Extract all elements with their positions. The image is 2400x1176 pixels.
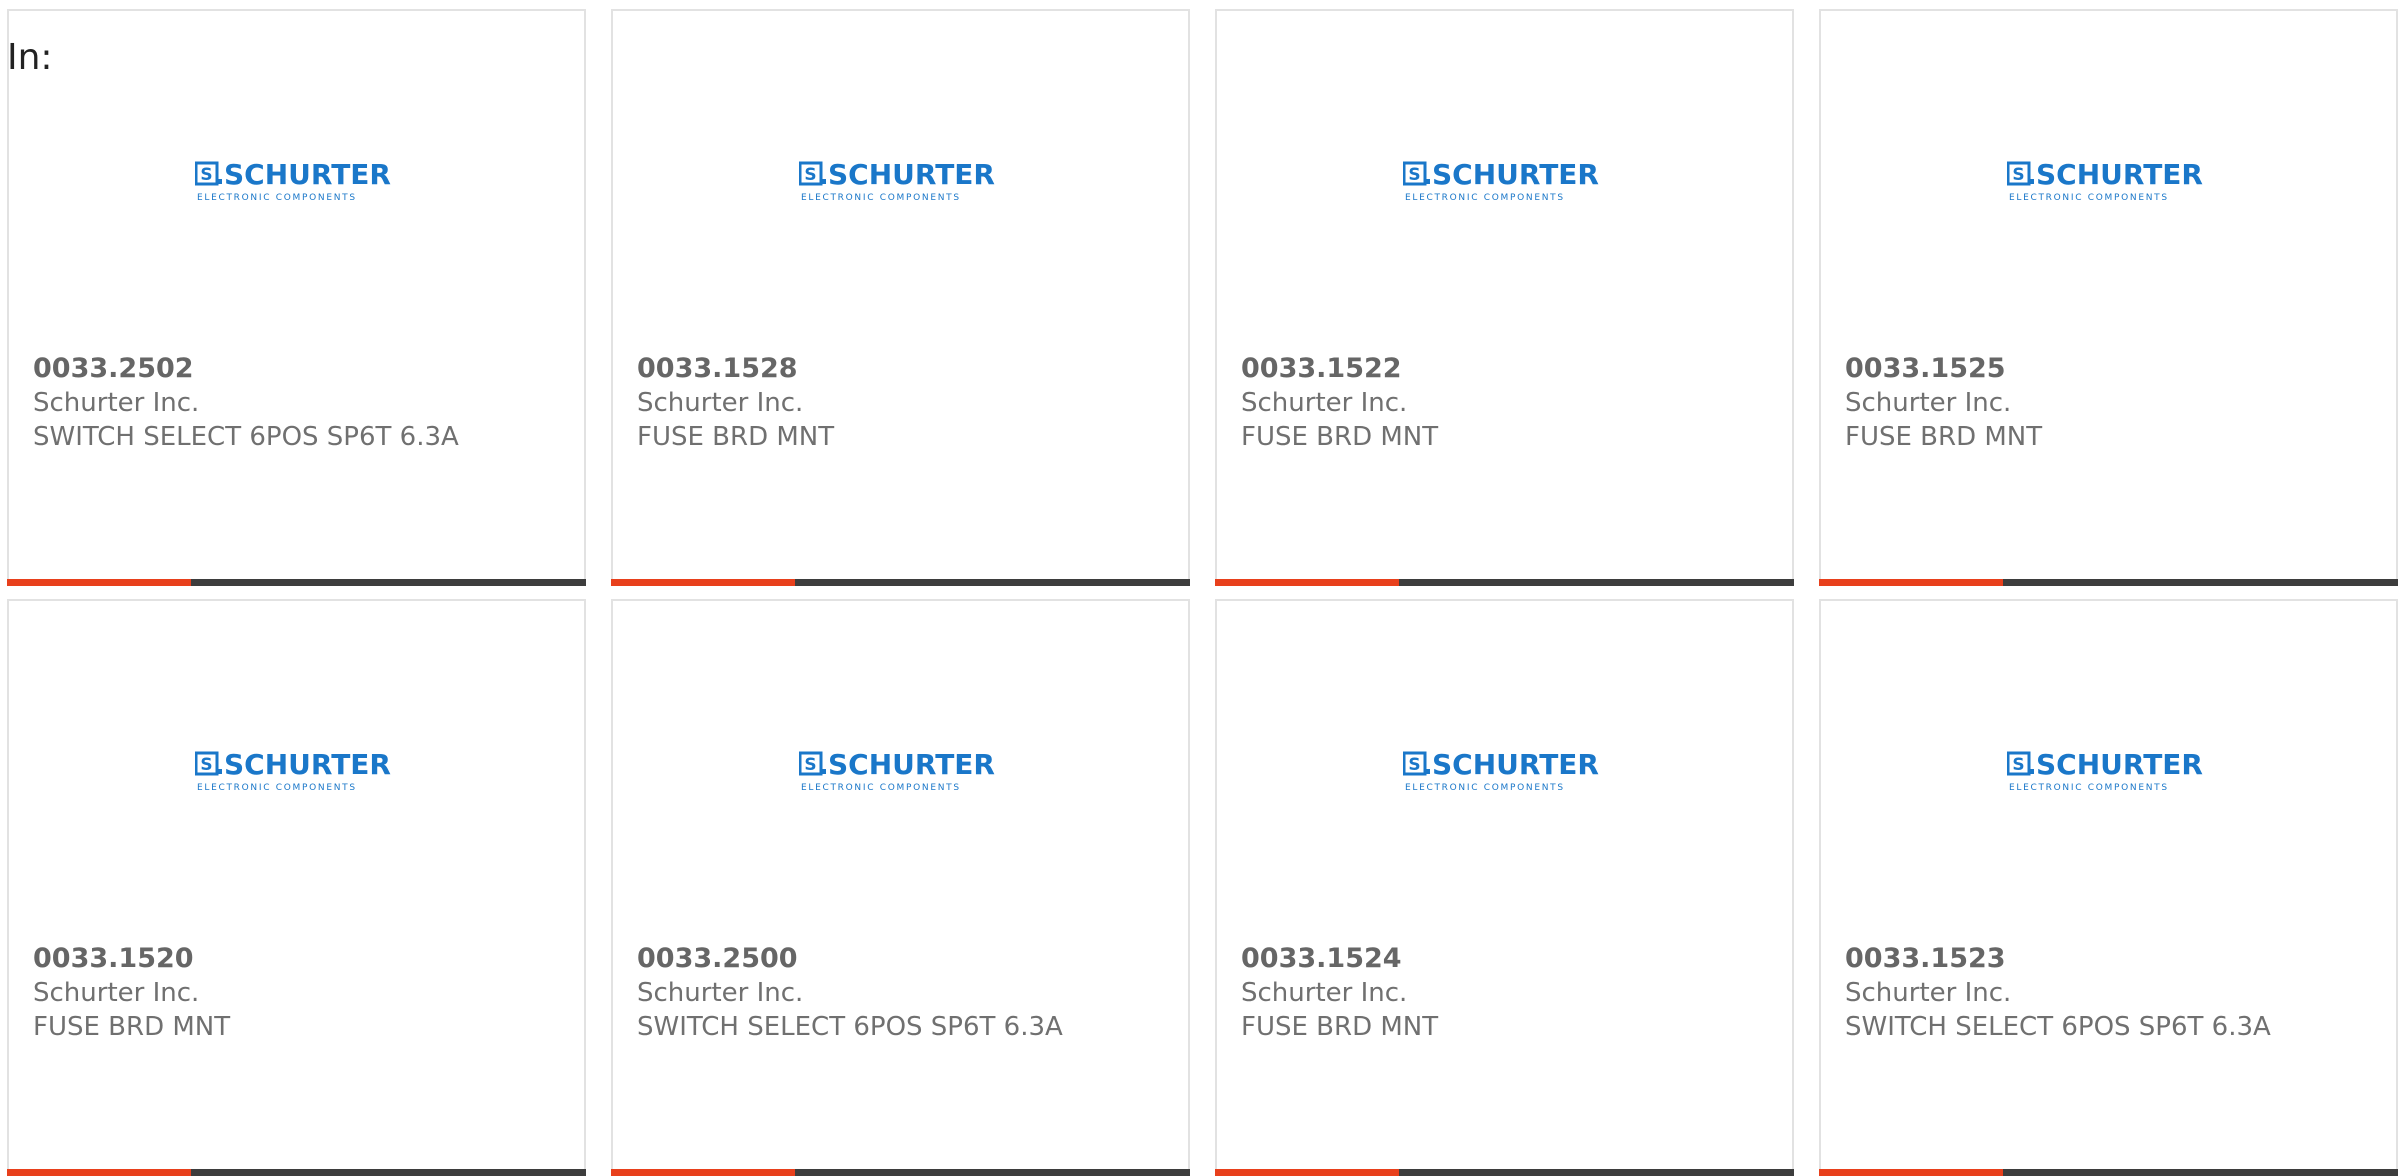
svg-text:S: S	[804, 165, 816, 185]
product-grid: S SCHURTER ELECTRONIC COMPONENTS 0033.2502…	[7, 9, 2400, 1176]
description: FUSE BRD MNT	[637, 422, 835, 452]
schurter-logo: S SCHURTER ELECTRONIC COMPONENTS	[195, 159, 391, 203]
schurter-logo: S SCHURTER ELECTRONIC COMPONENTS	[2007, 749, 2203, 793]
schurter-logo: S SCHURTER ELECTRONIC COMPONENTS	[1403, 749, 1599, 793]
svg-text:SCHURTER: SCHURTER	[224, 159, 391, 191]
svg-text:ELECTRONIC COMPONENTS: ELECTRONIC COMPONENTS	[1405, 783, 1565, 793]
svg-text:S: S	[200, 165, 212, 185]
svg-text:S: S	[2012, 755, 2024, 775]
product-card[interactable]: S SCHURTER ELECTRONIC COMPONENTS 0033.1520…	[7, 599, 586, 1176]
svg-text:SCHURTER: SCHURTER	[828, 159, 995, 191]
svg-text:ELECTRONIC COMPONENTS: ELECTRONIC COMPONENTS	[1405, 193, 1565, 203]
card-info: 0033.1522 Schurter Inc. FUSE BRD MNT	[1241, 352, 1782, 454]
svg-text:SCHURTER: SCHURTER	[224, 749, 391, 781]
product-card[interactable]: S SCHURTER ELECTRONIC COMPONENTS 0033.2502…	[7, 9, 586, 586]
product-card[interactable]: S SCHURTER ELECTRONIC COMPONENTS 0033.2500…	[611, 599, 1190, 1176]
svg-text:S: S	[1408, 165, 1420, 185]
card-accent-bar	[611, 1169, 795, 1176]
manufacturer: Schurter Inc.	[637, 978, 804, 1008]
svg-text:S: S	[200, 755, 212, 775]
schurter-logo: S SCHURTER ELECTRONIC COMPONENTS	[195, 749, 391, 793]
product-card[interactable]: S SCHURTER ELECTRONIC COMPONENTS 0033.1528…	[611, 9, 1190, 586]
part-number[interactable]: 0033.1528	[637, 352, 1178, 386]
description: SWITCH SELECT 6POS SP6T 6.3A	[1845, 1012, 2271, 1042]
card-info: 0033.2502 Schurter Inc. SWITCH SELECT 6P…	[33, 352, 574, 454]
card-info: 0033.1528 Schurter Inc. FUSE BRD MNT	[637, 352, 1178, 454]
manufacturer: Schurter Inc.	[1845, 978, 2012, 1008]
schurter-logo: S SCHURTER ELECTRONIC COMPONENTS	[1403, 159, 1599, 203]
svg-text:SCHURTER: SCHURTER	[1432, 159, 1599, 191]
manufacturer: Schurter Inc.	[33, 388, 200, 418]
svg-text:ELECTRONIC COMPONENTS: ELECTRONIC COMPONENTS	[801, 193, 961, 203]
card-bottom-bar	[1819, 1169, 2398, 1176]
product-card[interactable]: S SCHURTER ELECTRONIC COMPONENTS 0033.1522…	[1215, 9, 1794, 586]
product-card[interactable]: S SCHURTER ELECTRONIC COMPONENTS 0033.1525…	[1819, 9, 2398, 586]
card-info: 0033.1525 Schurter Inc. FUSE BRD MNT	[1845, 352, 2386, 454]
part-number[interactable]: 0033.1525	[1845, 352, 2386, 386]
svg-text:SCHURTER: SCHURTER	[2036, 159, 2203, 191]
manufacturer: Schurter Inc.	[1241, 388, 1408, 418]
card-bottom-bar	[1819, 579, 2398, 586]
description: FUSE BRD MNT	[1241, 422, 1439, 452]
description: FUSE BRD MNT	[33, 1012, 231, 1042]
part-number[interactable]: 0033.2500	[637, 942, 1178, 976]
svg-text:S: S	[2012, 165, 2024, 185]
svg-text:SCHURTER: SCHURTER	[1432, 749, 1599, 781]
part-number[interactable]: 0033.1524	[1241, 942, 1782, 976]
card-accent-bar	[1215, 579, 1399, 586]
svg-text:ELECTRONIC COMPONENTS: ELECTRONIC COMPONENTS	[2009, 783, 2169, 793]
card-accent-bar	[1819, 1169, 2003, 1176]
product-card[interactable]: S SCHURTER ELECTRONIC COMPONENTS 0033.1523…	[1819, 599, 2398, 1176]
card-info: 0033.1520 Schurter Inc. FUSE BRD MNT	[33, 942, 574, 1044]
schurter-logo: S SCHURTER ELECTRONIC COMPONENTS	[799, 749, 995, 793]
card-bottom-bar	[611, 579, 1190, 586]
manufacturer: Schurter Inc.	[637, 388, 804, 418]
svg-text:ELECTRONIC COMPONENTS: ELECTRONIC COMPONENTS	[2009, 193, 2169, 203]
card-accent-bar	[7, 579, 191, 586]
description: SWITCH SELECT 6POS SP6T 6.3A	[33, 422, 459, 452]
svg-text:S: S	[804, 755, 816, 775]
description: SWITCH SELECT 6POS SP6T 6.3A	[637, 1012, 1063, 1042]
card-accent-bar	[611, 579, 795, 586]
part-number[interactable]: 0033.1520	[33, 942, 574, 976]
card-info: 0033.1523 Schurter Inc. SWITCH SELECT 6P…	[1845, 942, 2386, 1044]
svg-text:ELECTRONIC COMPONENTS: ELECTRONIC COMPONENTS	[197, 783, 357, 793]
card-info: 0033.2500 Schurter Inc. SWITCH SELECT 6P…	[637, 942, 1178, 1044]
part-number[interactable]: 0033.1523	[1845, 942, 2386, 976]
manufacturer: Schurter Inc.	[33, 978, 200, 1008]
card-accent-bar	[1215, 1169, 1399, 1176]
svg-text:S: S	[1408, 755, 1420, 775]
manufacturer: Schurter Inc.	[1845, 388, 2012, 418]
card-info: 0033.1524 Schurter Inc. FUSE BRD MNT	[1241, 942, 1782, 1044]
part-number[interactable]: 0033.1522	[1241, 352, 1782, 386]
description: FUSE BRD MNT	[1241, 1012, 1439, 1042]
card-accent-bar	[1819, 579, 2003, 586]
product-card[interactable]: S SCHURTER ELECTRONIC COMPONENTS 0033.1524…	[1215, 599, 1794, 1176]
card-accent-bar	[7, 1169, 191, 1176]
card-bottom-bar	[1215, 1169, 1794, 1176]
svg-text:SCHURTER: SCHURTER	[2036, 749, 2203, 781]
manufacturer: Schurter Inc.	[1241, 978, 1408, 1008]
description: FUSE BRD MNT	[1845, 422, 2043, 452]
filter-label: In:	[7, 37, 53, 78]
card-bottom-bar	[7, 1169, 586, 1176]
svg-text:SCHURTER: SCHURTER	[828, 749, 995, 781]
svg-text:ELECTRONIC COMPONENTS: ELECTRONIC COMPONENTS	[197, 193, 357, 203]
card-bottom-bar	[611, 1169, 1190, 1176]
card-bottom-bar	[7, 579, 586, 586]
schurter-logo: S SCHURTER ELECTRONIC COMPONENTS	[2007, 159, 2203, 203]
card-bottom-bar	[1215, 579, 1794, 586]
schurter-logo: S SCHURTER ELECTRONIC COMPONENTS	[799, 159, 995, 203]
svg-text:ELECTRONIC COMPONENTS: ELECTRONIC COMPONENTS	[801, 783, 961, 793]
part-number[interactable]: 0033.2502	[33, 352, 574, 386]
